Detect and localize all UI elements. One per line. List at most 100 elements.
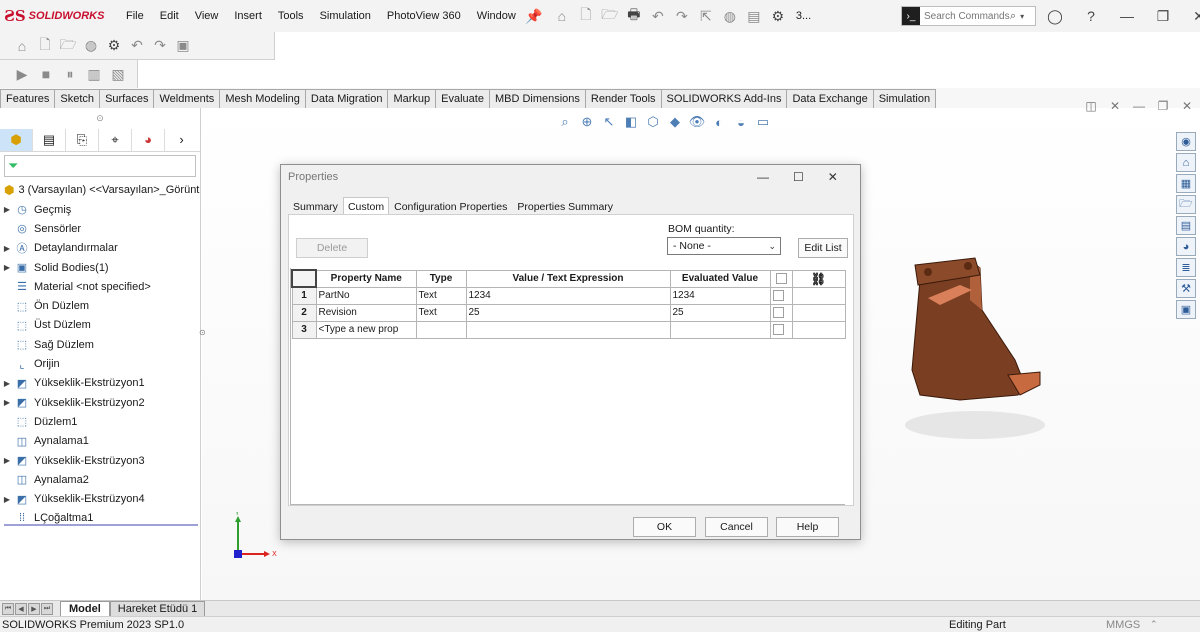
menu-tools[interactable]: Tools [270,10,312,22]
help-icon[interactable]: ? [1081,6,1101,26]
row-checkbox[interactable] [772,289,784,301]
row-checkbox[interactable] [772,306,784,318]
open-folder-icon[interactable]: 🗁 [600,6,620,26]
table-row[interactable]: 1 PartNo Text 1234 1234 [291,286,846,305]
tab-markup[interactable]: Markup [387,89,437,108]
tab-simulation[interactable]: Simulation [872,89,937,108]
first-tab-icon[interactable]: ⏮ [2,602,14,615]
tree-item-sensors[interactable]: ◎ Sensörler [0,219,200,238]
tree-item-solid-bodies[interactable]: ▶ ▣ Solid Bodies(1) [0,258,200,277]
tab-render-tools[interactable]: Render Tools [584,89,662,108]
tree-item-plane1[interactable]: ⬚ Düzlem1 [0,412,200,431]
cell-checkbox[interactable] [769,286,793,305]
record-icon[interactable]: ▥ [84,64,104,84]
search-icon[interactable]: ⌕ [1010,10,1016,23]
pause-icon[interactable]: ⏸ [60,64,80,84]
tree-item-extrude3[interactable]: ▶ ◩ Yükseklik-Ekstrüzyon3 [0,451,200,470]
next-tab-icon[interactable]: ▶ [28,602,40,615]
zoom-to-fit-icon[interactable]: ⌕ [556,112,574,132]
chevron-down-icon[interactable]: ▾ [1020,12,1024,21]
undo-icon[interactable]: ↶ [648,6,668,26]
menu-file[interactable]: File [118,10,152,22]
search-commands[interactable]: ›_ ⌕ ▾ [901,6,1036,26]
dimxpert-tab-icon[interactable]: ⌖ [99,128,132,151]
expand-arrow-icon[interactable]: ▶ [0,456,14,465]
feature-tree-tab-icon[interactable]: ⬢ [0,128,33,151]
open-folder-icon[interactable]: 🗁 [58,36,78,56]
table-row[interactable]: 2 Revision Text 25 25 [291,303,846,322]
folder-icon[interactable]: 🗁 [1176,195,1196,214]
rollback-bar[interactable] [4,524,198,526]
tab-data-exchange[interactable]: Data Exchange [786,89,874,108]
tree-item-mirror2[interactable]: ◫ Aynalama2 [0,470,200,489]
column-link-header[interactable]: ⛓ [791,269,846,288]
stop-icon[interactable]: ■ [36,64,56,84]
menu-window[interactable]: Window [469,10,524,22]
previous-view-icon[interactable]: ↖ [600,112,618,132]
cell-checkbox[interactable] [769,303,793,322]
menu-photoview[interactable]: PhotoView 360 [379,10,469,22]
more-tabs-chevron-icon[interactable]: › [165,129,198,151]
undo-icon[interactable]: ↶ [127,36,147,56]
cell-property-name[interactable]: PartNo [315,286,417,305]
rebuild-icon[interactable]: ◍ [81,36,101,56]
panel-collapse-handle[interactable]: ⊙ [199,328,209,358]
tree-item-extrude4[interactable]: ▶ ◩ Yükseklik-Ekstrüzyon4 [0,489,200,508]
solidworks-forum-icon[interactable]: ⚒ [1176,279,1196,298]
expand-arrow-icon[interactable]: ▶ [0,379,14,388]
options-gear-icon[interactable]: ⚙ [104,36,124,56]
tree-filter[interactable]: ⏷ [4,155,196,177]
tree-item-mirror1[interactable]: ◫ Aynalama1 [0,432,200,451]
redo-icon[interactable]: ↷ [672,6,692,26]
tab-configuration-properties[interactable]: Configuration Properties [389,199,512,215]
tab-mesh-modeling[interactable]: Mesh Modeling [219,89,306,108]
cell-checkbox[interactable] [769,320,793,339]
tab-solidworks-addins[interactable]: SOLIDWORKS Add-Ins [660,89,788,108]
file-explorer-icon[interactable]: ▦ [1176,174,1196,193]
menu-view[interactable]: View [187,10,227,22]
bucket-3d-model[interactable] [900,250,1050,450]
save-icon[interactable]: ▣ [173,36,193,56]
tab-summary[interactable]: Summary [288,199,343,215]
menu-insert[interactable]: Insert [226,10,270,22]
edit-macro-icon[interactable]: ▧ [108,64,128,84]
column-value-expression[interactable]: Value / Text Expression [465,269,671,288]
tab-custom[interactable]: Custom [342,197,390,215]
home-icon[interactable]: ⌂ [12,36,32,56]
tree-item-extrude1[interactable]: ▶ ◩ Yükseklik-Ekstrüzyon1 [0,374,200,393]
menu-edit[interactable]: Edit [152,10,187,22]
cell-type[interactable] [415,320,467,339]
solidworks-resources-icon[interactable]: ◉ [1176,132,1196,151]
design-library-icon[interactable]: ⌂ [1176,153,1196,172]
tab-properties-summary[interactable]: Properties Summary [512,199,618,215]
tab-model[interactable]: Model [60,601,110,616]
expand-arrow-icon[interactable]: ▶ [0,244,14,253]
cell-type[interactable]: Text [415,303,467,322]
delete-button[interactable]: Delete [296,238,368,258]
xpress-products-icon[interactable]: ▣ [1176,300,1196,319]
tree-item-origin[interactable]: ⌞ Orijin [0,354,200,373]
ok-button[interactable]: OK [633,517,696,537]
tab-evaluate[interactable]: Evaluate [435,89,490,108]
app-logo[interactable]: ƧS SOLIDWORKS [0,7,118,25]
configuration-manager-tab-icon[interactable]: ⎘ [66,128,99,151]
restore-icon[interactable]: ❐ [1153,6,1173,26]
doc-minimize-icon[interactable]: — [1132,96,1146,116]
select-pointer-icon[interactable]: ⇱ [696,6,716,26]
expand-arrow-icon[interactable]: ▶ [0,263,14,272]
play-icon[interactable]: ▶ [12,64,32,84]
row-number[interactable]: 3 [291,320,317,339]
display-style-icon[interactable]: ◆ [666,112,684,132]
cell-value[interactable]: 25 [465,303,671,322]
menu-simulation[interactable]: Simulation [312,10,379,22]
appearances-icon[interactable]: ◕ [1176,237,1196,256]
cell-type[interactable]: Text [415,286,467,305]
edit-list-button[interactable]: Edit List [798,238,848,258]
expand-arrow-icon[interactable]: ▶ [0,205,14,214]
panel-grip[interactable]: ⊙ [0,108,200,128]
column-type[interactable]: Type [415,269,467,288]
row-number[interactable]: 2 [291,303,317,322]
header-checkbox[interactable] [775,272,787,284]
print-icon[interactable]: 🖶 [624,6,644,26]
tab-surfaces[interactable]: Surfaces [99,89,155,108]
